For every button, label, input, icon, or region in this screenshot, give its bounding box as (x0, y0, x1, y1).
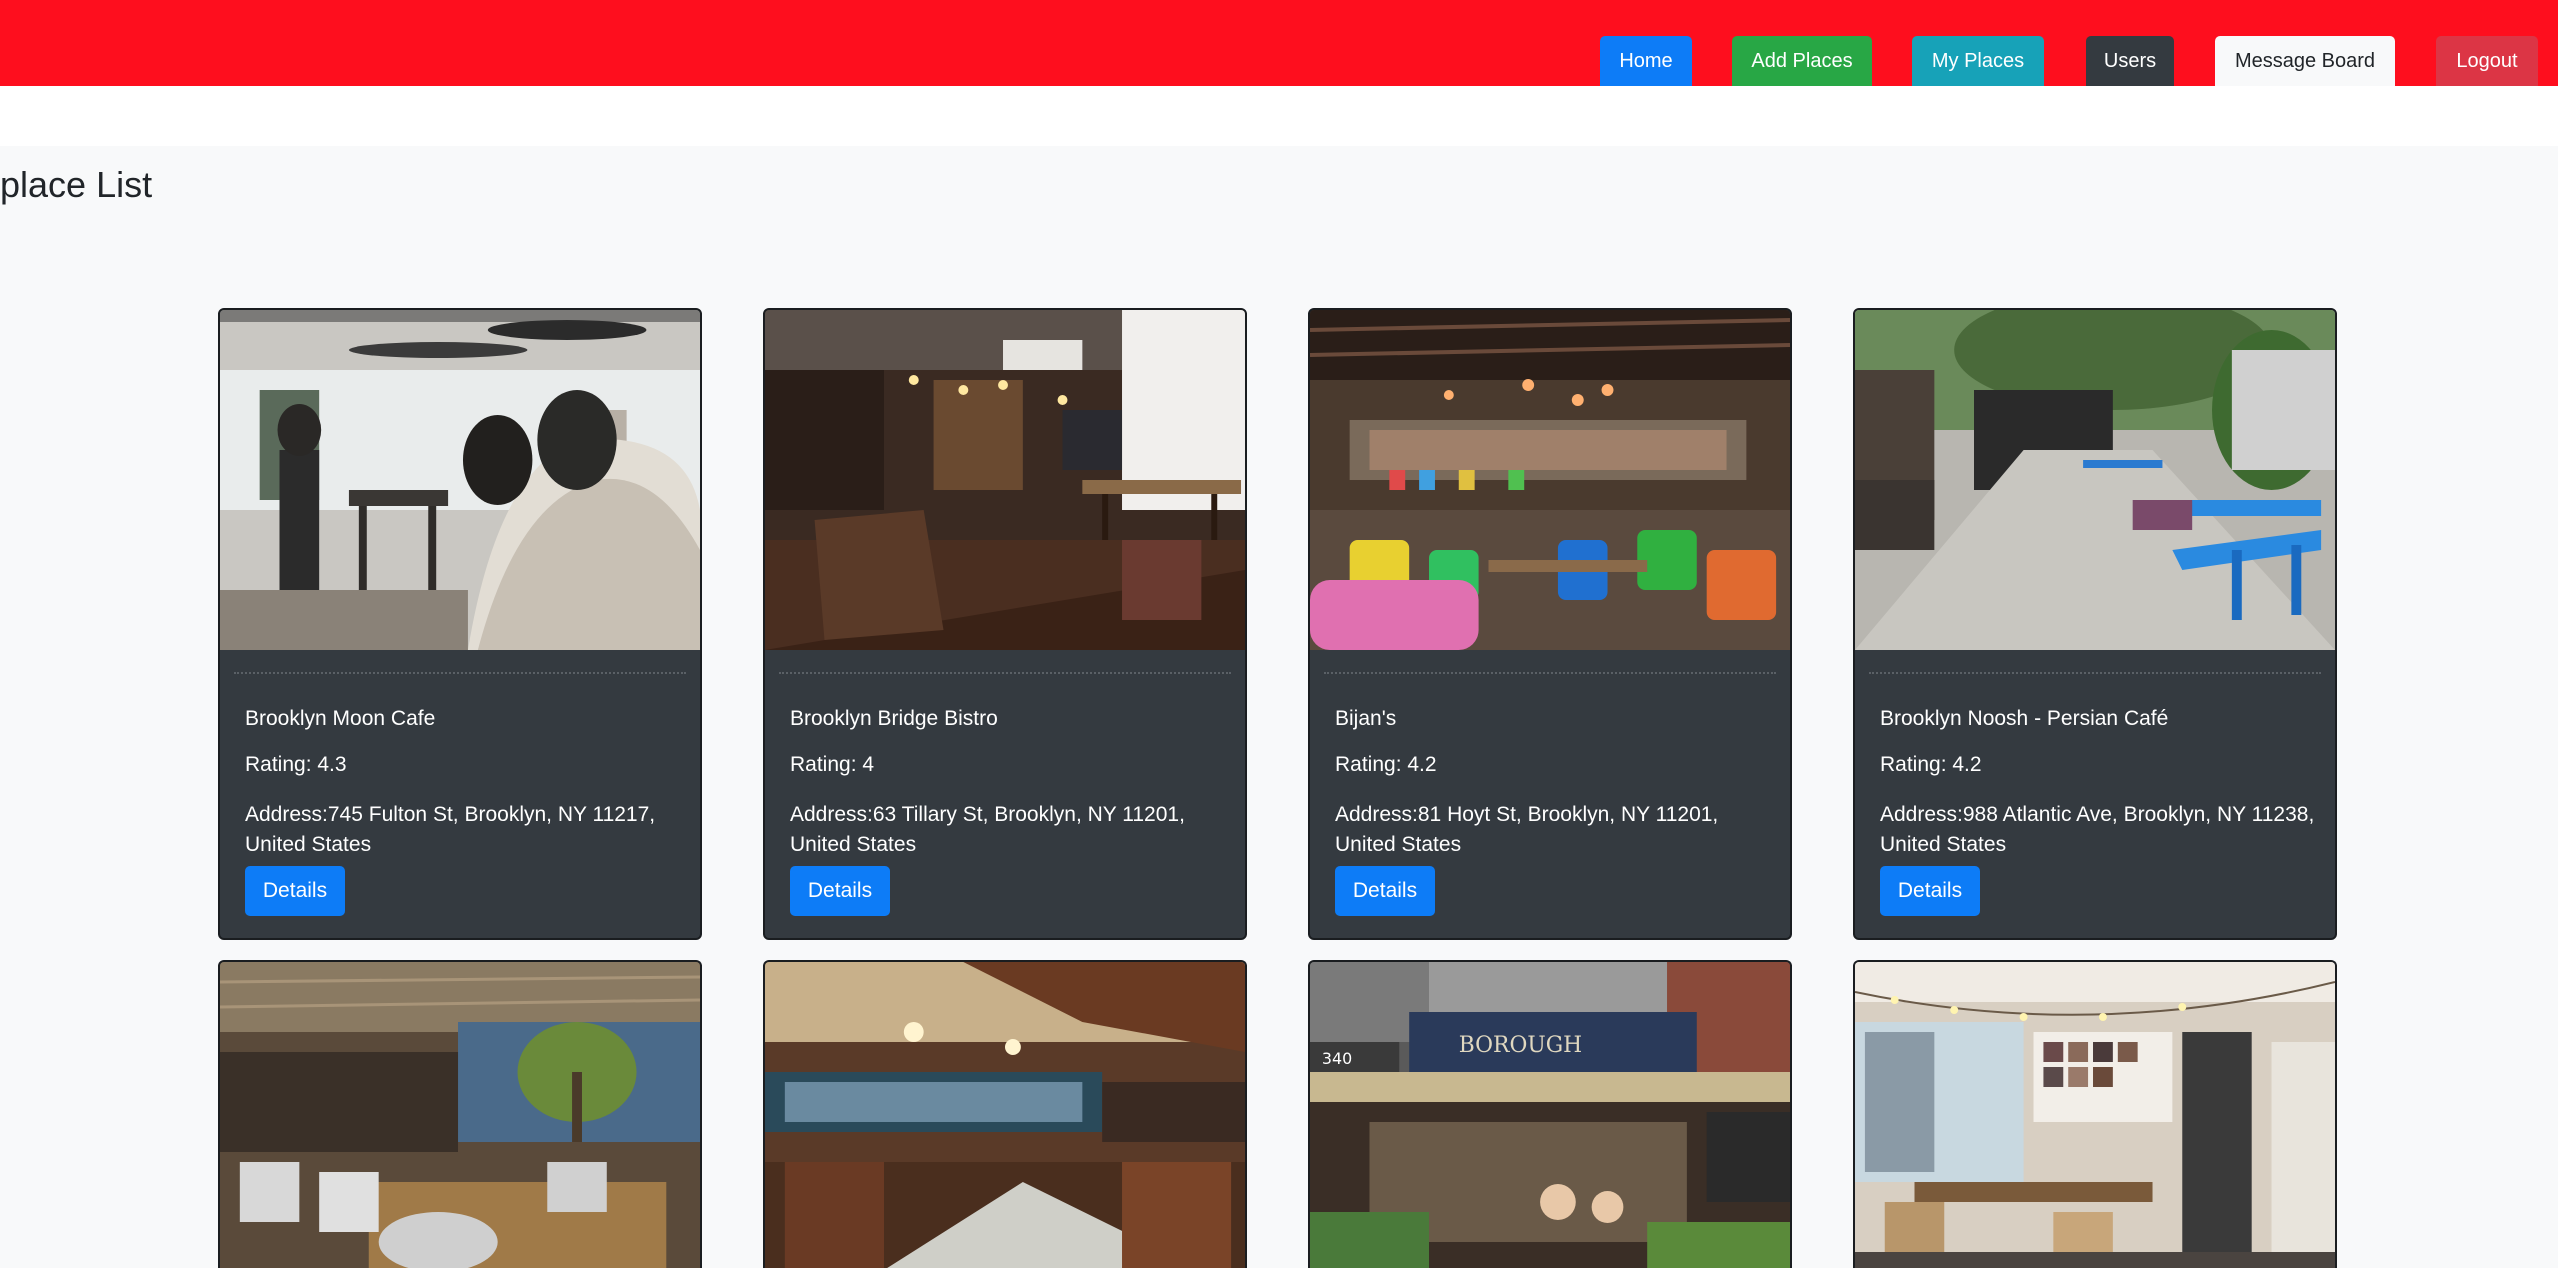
page-title: place List (0, 164, 153, 205)
place-card: BOROUGH 340 (1308, 960, 1792, 1268)
place-card: Brooklyn Noosh - Persian Café Rating: 4.… (1853, 308, 2337, 940)
nav-add-places-button[interactable]: Add Places (1732, 36, 1872, 86)
top-header-bar (0, 0, 2558, 86)
header-spacer (0, 86, 2558, 146)
street-number: 340 (1322, 1049, 1352, 1068)
place-address: Address:63 Tillary St, Brooklyn, NY 1120… (790, 803, 1185, 856)
place-photo[interactable] (220, 962, 700, 1268)
place-photo[interactable] (1855, 962, 2335, 1268)
place-address: Address:988 Atlantic Ave, Brooklyn, NY 1… (1880, 803, 2315, 856)
details-button[interactable]: Details (1880, 866, 1980, 916)
nav-message-board-button[interactable]: Message Board (2215, 36, 2395, 86)
storefront-sign: BOROUGH (1459, 1033, 1582, 1058)
place-card: Brooklyn Moon Cafe Rating: 4.3 Address:7… (218, 308, 702, 940)
place-photo[interactable] (1310, 310, 1790, 650)
card-divider (1324, 672, 1776, 674)
details-button[interactable]: Details (245, 866, 345, 916)
place-card (763, 960, 1247, 1268)
place-photo[interactable] (765, 310, 1245, 650)
card-divider (779, 672, 1231, 674)
place-name: Bijan's (1335, 707, 1397, 730)
place-card (218, 960, 702, 1268)
place-address: Address:81 Hoyt St, Brooklyn, NY 11201, … (1335, 803, 1719, 856)
place-photo[interactable]: BOROUGH 340 (1310, 962, 1790, 1268)
nav-users-button[interactable]: Users (2086, 36, 2174, 86)
place-photo[interactable] (765, 962, 1245, 1268)
place-address: Address:745 Fulton St, Brooklyn, NY 1121… (245, 803, 656, 856)
place-card (1853, 960, 2337, 1268)
details-button[interactable]: Details (1335, 866, 1435, 916)
place-photo[interactable] (220, 310, 700, 650)
nav-home-button[interactable]: Home (1600, 36, 1692, 86)
place-rating: Rating: 4 (790, 753, 875, 776)
place-name: Brooklyn Moon Cafe (245, 707, 436, 730)
place-name: Brooklyn Bridge Bistro (790, 707, 998, 730)
place-rating: Rating: 4.2 (1335, 753, 1437, 776)
details-button[interactable]: Details (790, 866, 890, 916)
place-card: Bijan's Rating: 4.2 Address:81 Hoyt St, … (1308, 308, 1792, 940)
place-card: Brooklyn Bridge Bistro Rating: 4 Address… (763, 308, 1247, 940)
place-rating: Rating: 4.2 (1880, 753, 1982, 776)
card-divider (1869, 672, 2321, 674)
place-name: Brooklyn Noosh - Persian Café (1880, 707, 2169, 730)
nav-logout-button[interactable]: Logout (2436, 36, 2538, 86)
nav-my-places-button[interactable]: My Places (1912, 36, 2044, 86)
place-rating: Rating: 4.3 (245, 753, 347, 776)
card-divider (234, 672, 686, 674)
place-photo[interactable] (1855, 310, 2335, 650)
